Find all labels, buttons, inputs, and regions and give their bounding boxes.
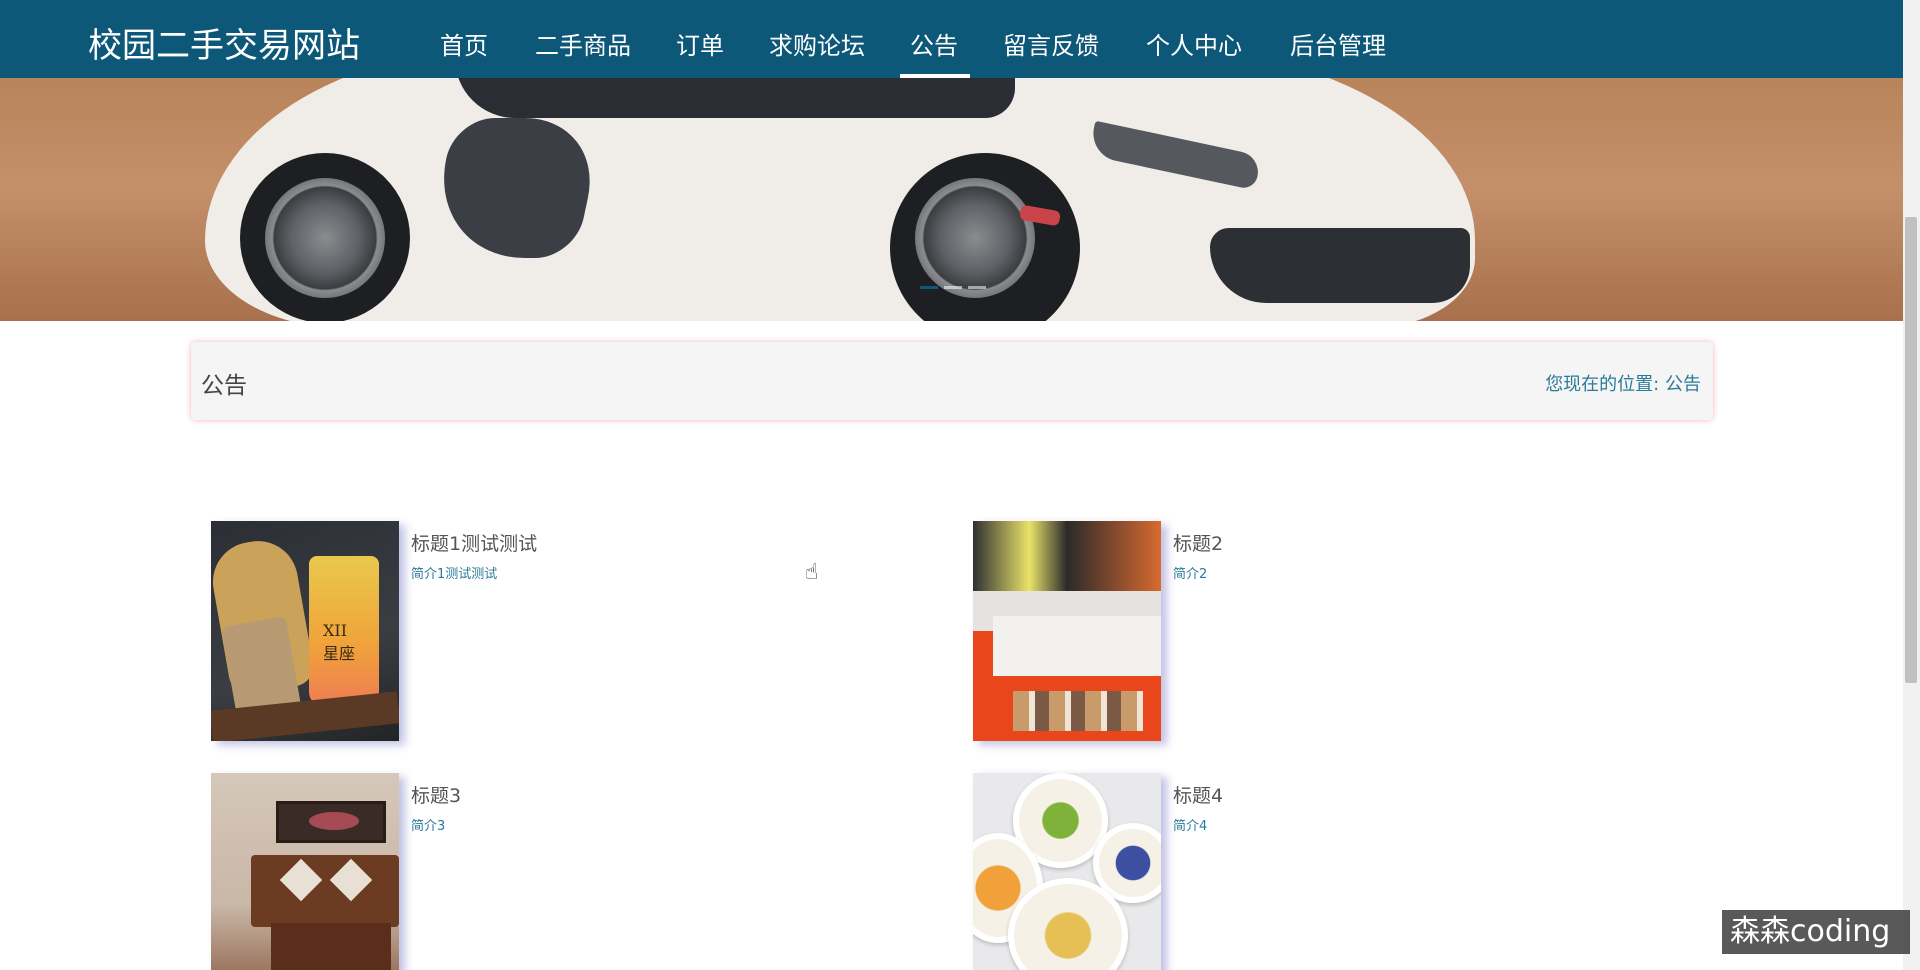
notice-item[interactable]: 标题3 简介3 <box>211 773 911 970</box>
watermark: 森森coding <box>1722 910 1910 954</box>
car-window-shape <box>455 78 1015 118</box>
notice-title[interactable]: 标题4 <box>1173 781 1223 808</box>
carousel-indicators <box>920 286 986 289</box>
nav-item-admin[interactable]: 后台管理 <box>1290 26 1386 61</box>
car-rear-wheel <box>240 153 410 321</box>
notice-description: 简介4 <box>1173 819 1208 834</box>
car-grille-shape <box>1210 228 1470 303</box>
nav-item-goods[interactable]: 二手商品 <box>535 26 631 61</box>
notice-title[interactable]: 标题3 <box>411 781 461 808</box>
notice-thumbnail[interactable]: XII 星座 <box>211 521 399 741</box>
notice-thumbnail[interactable] <box>211 773 399 970</box>
hand-pointer-cursor-icon: ☝ <box>805 560 819 585</box>
notice-thumbnail[interactable] <box>973 773 1161 970</box>
notice-title[interactable]: 标题2 <box>1173 529 1223 556</box>
nav-item-home[interactable]: 首页 <box>440 26 488 61</box>
nav-item-feedback[interactable]: 留言反馈 <box>1003 26 1099 61</box>
breadcrumb-current[interactable]: 公告 <box>1665 374 1701 395</box>
nav-item-forum[interactable]: 求购论坛 <box>769 26 865 61</box>
nav-item-notice[interactable]: 公告 <box>910 26 958 61</box>
notice-item[interactable]: XII 星座 标题1测试测试 简介1测试测试 <box>211 521 911 761</box>
notice-description: 简介3 <box>411 819 446 834</box>
page-title: 公告 <box>201 373 247 399</box>
notice-item[interactable]: 标题4 简介4 <box>973 773 1673 970</box>
notice-title[interactable]: 标题1测试测试 <box>411 529 537 556</box>
notice-description: 简介1测试测试 <box>411 567 498 582</box>
page-scrollbar-thumb[interactable] <box>1905 217 1917 683</box>
banner-carousel[interactable] <box>0 78 1903 321</box>
site-title[interactable]: 校园二手交易网站 <box>88 18 360 67</box>
notice-thumbnail[interactable] <box>973 521 1161 741</box>
breadcrumb-bar: 公告 您现在的位置: 公告 <box>191 342 1713 420</box>
notice-item[interactable]: 标题2 简介2 <box>973 521 1673 761</box>
breadcrumb-label: 您现在的位置: <box>1545 374 1660 395</box>
nav-item-orders[interactable]: 订单 <box>676 26 724 61</box>
nav-item-profile[interactable]: 个人中心 <box>1146 26 1242 61</box>
top-navbar: 校园二手交易网站 首页 二手商品 订单 求购论坛 公告 留言反馈 个人中心 后台… <box>0 0 1903 78</box>
carousel-dot[interactable] <box>944 286 962 289</box>
breadcrumb: 您现在的位置: 公告 <box>1545 370 1701 396</box>
notice-description: 简介2 <box>1173 567 1208 582</box>
carousel-dot[interactable] <box>920 286 938 289</box>
carousel-dot[interactable] <box>968 286 986 289</box>
